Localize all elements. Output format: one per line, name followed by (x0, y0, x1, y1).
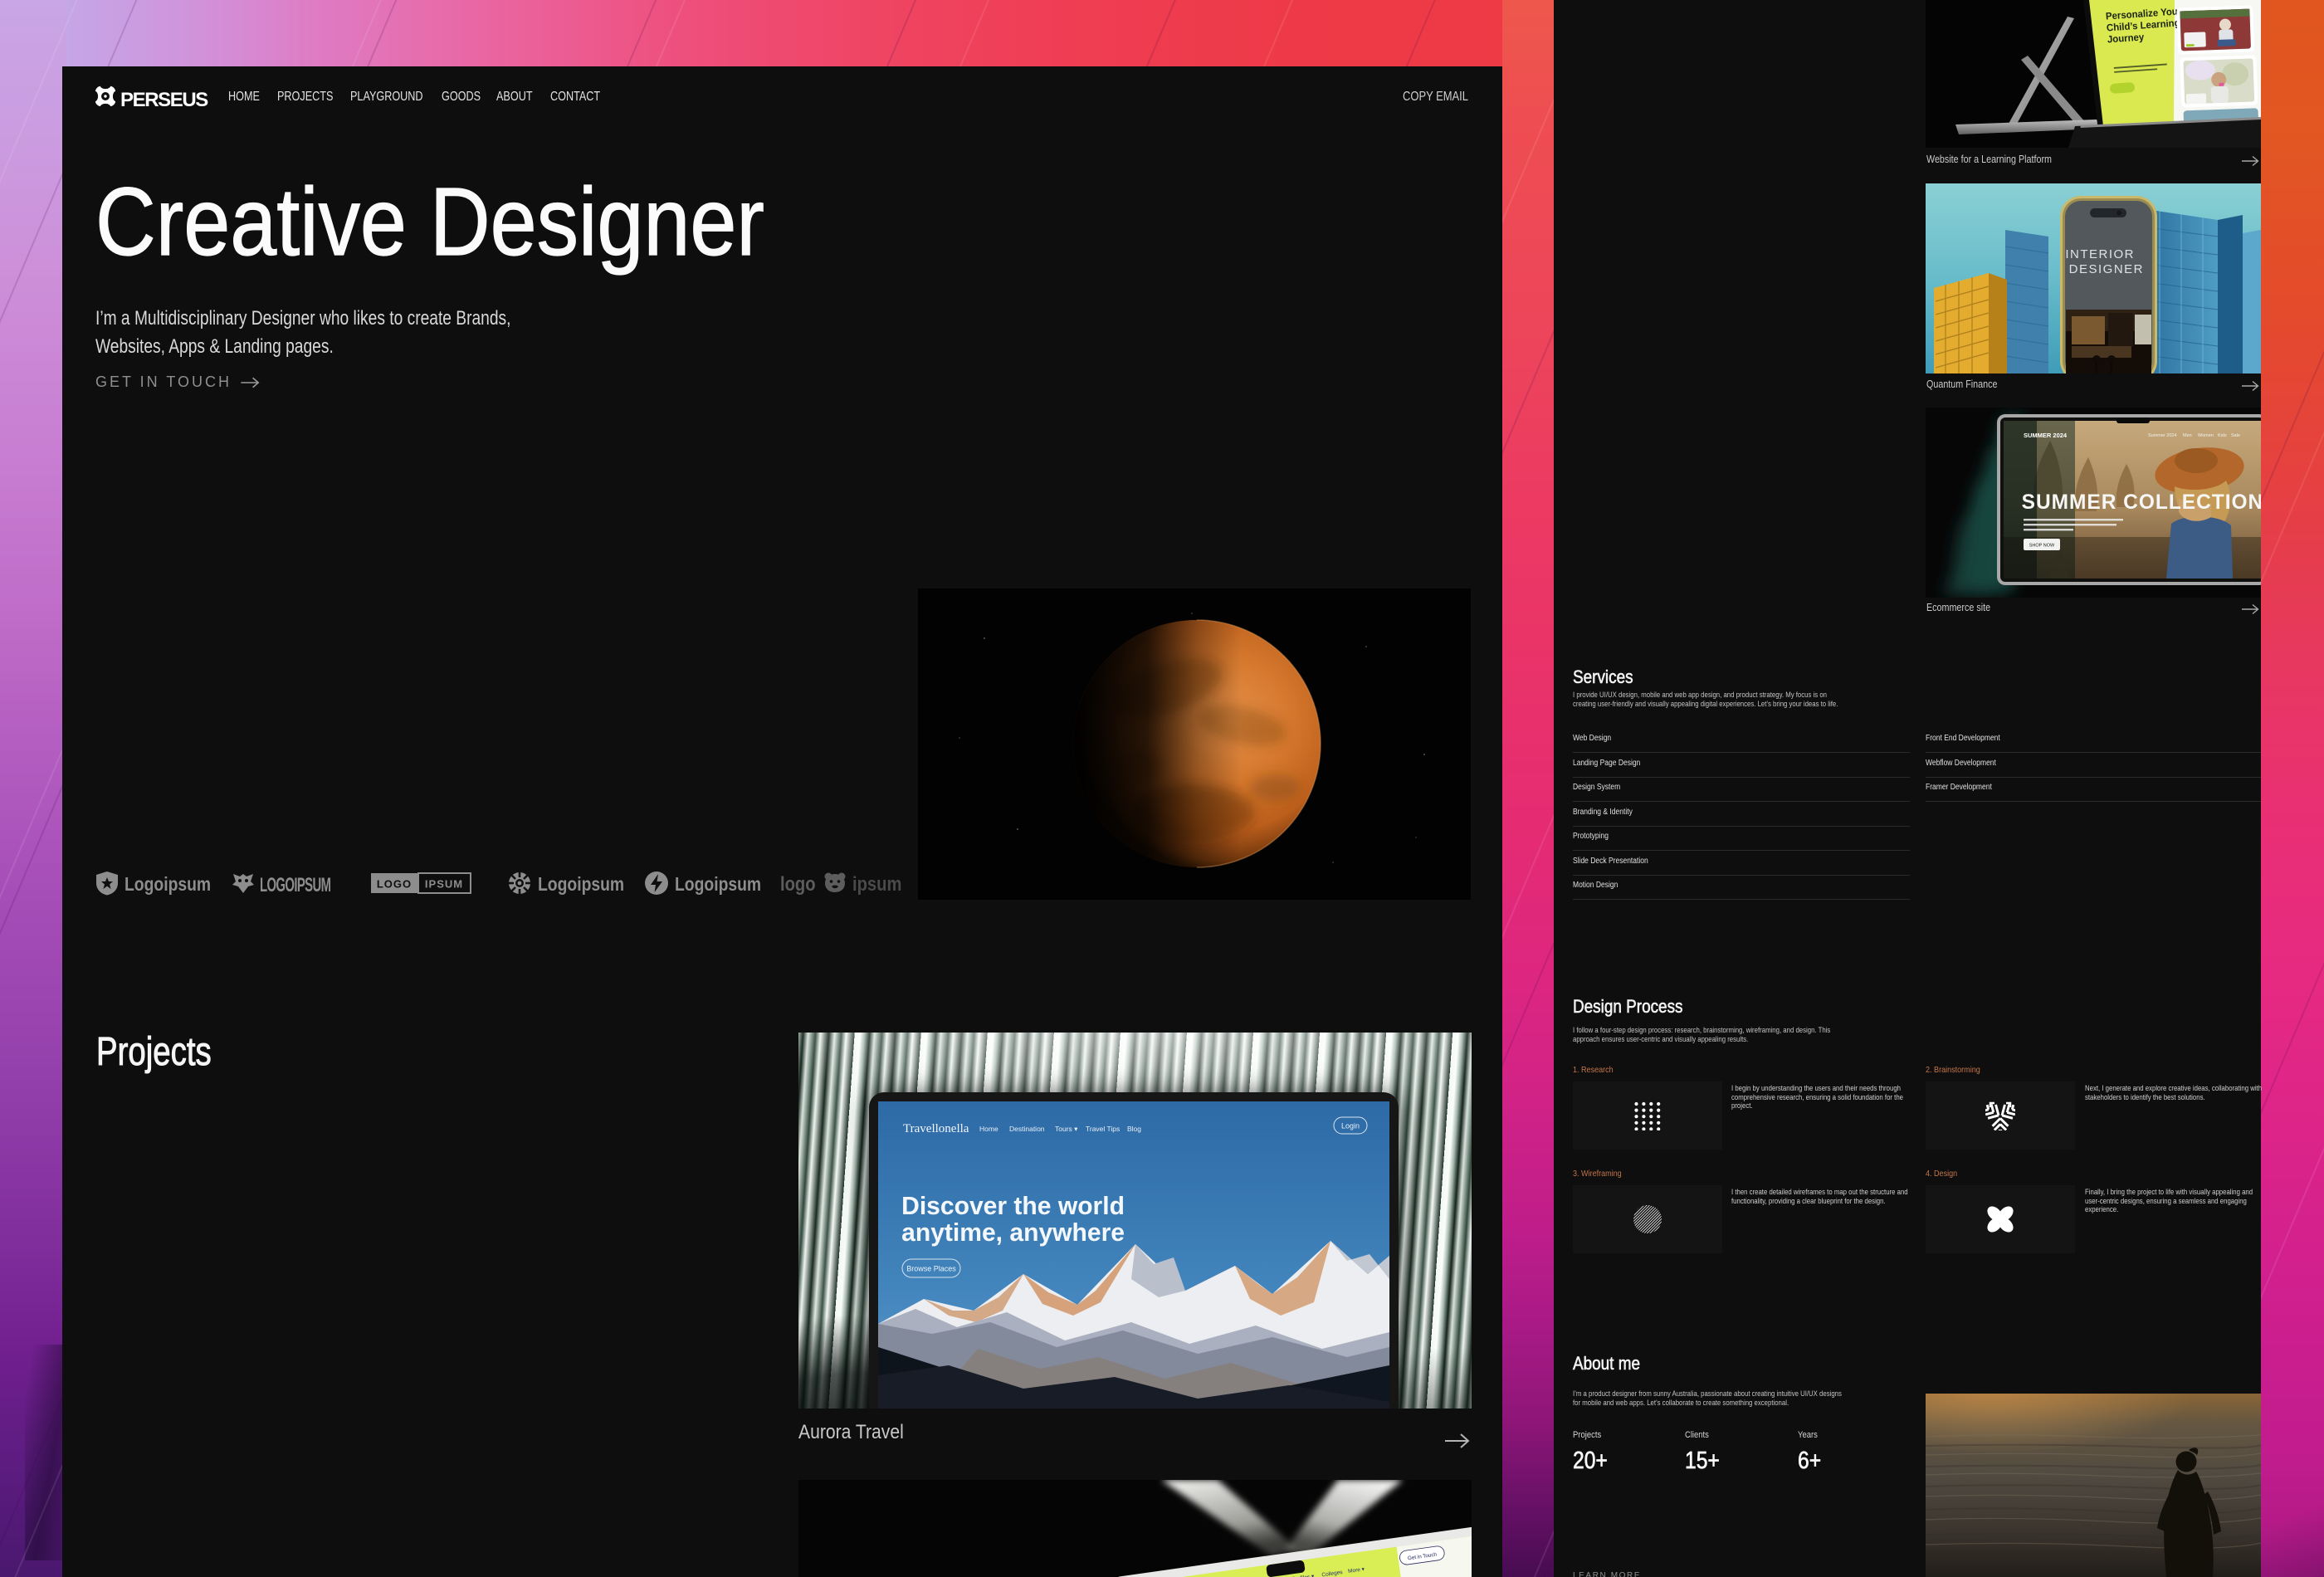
svg-text:Sale: Sale (2231, 433, 2240, 438)
svg-text:Men: Men (2183, 433, 2192, 438)
svg-text:Blog: Blog (1127, 1125, 1141, 1133)
svg-text:SHOP NOW: SHOP NOW (2029, 544, 2055, 549)
svg-text:Travellonella: Travellonella (903, 1122, 969, 1135)
svg-text:Travel Tips: Travel Tips (1086, 1125, 1120, 1133)
svg-text:Women: Women (2198, 433, 2214, 438)
svg-text:SUMMER 2024: SUMMER 2024 (2024, 432, 2068, 439)
svg-text:Tours ▾: Tours ▾ (1055, 1125, 1078, 1133)
svg-text:SUMMER COLLECTION: SUMMER COLLECTION (2022, 491, 2261, 514)
svg-text:Browse Places: Browse Places (906, 1265, 956, 1273)
svg-text:Destination: Destination (1009, 1125, 1045, 1133)
svg-text:INTERIOR: INTERIOR (2065, 247, 2135, 261)
svg-text:Summer 2024: Summer 2024 (2148, 433, 2177, 438)
svg-text:IPSUM: IPSUM (425, 878, 463, 891)
svg-text:LOGO: LOGO (377, 878, 412, 891)
svg-text:DESIGNER: DESIGNER (2069, 262, 2144, 276)
svg-text:Discover the world: Discover the world (901, 1192, 1125, 1221)
svg-text:Login: Login (1341, 1122, 1360, 1130)
svg-text:anytime, anywhere: anytime, anywhere (901, 1218, 1125, 1247)
svg-text:Kids: Kids (2218, 433, 2227, 438)
svg-text:Home: Home (979, 1125, 998, 1133)
